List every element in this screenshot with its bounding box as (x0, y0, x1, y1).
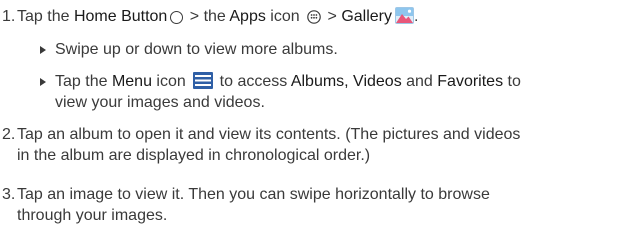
step-3-text: Tap an image to view it. Then you can sw… (17, 184, 617, 226)
step-1-text: Tap the Home Button > the Apps icon > Ga… (17, 6, 617, 27)
apps-label: Apps (229, 8, 266, 25)
step-1-text-part: Tap the (17, 8, 74, 25)
bullet-menu-text-line2: view your images and videos. (55, 94, 265, 111)
favorites-label: Favorites (437, 73, 504, 90)
gallery-picture-icon (395, 7, 415, 24)
step-2-text: Tap an album to open it and view its con… (17, 124, 617, 166)
albums-videos-label: Albums, Videos (290, 73, 402, 90)
step-1-text-part: > (323, 8, 342, 25)
instructions-document: 1. Tap the Home Button > the Apps icon >… (0, 0, 622, 241)
bullet-menu-text-part: to (503, 73, 521, 90)
home-circle-icon (170, 11, 184, 24)
gallery-label: Gallery (341, 8, 393, 25)
menu-hamburger-icon (193, 72, 214, 89)
step-3-number: 3. (2, 186, 16, 203)
step-1-text-part: > the (185, 8, 230, 25)
step-3-line2: through your images. (17, 207, 168, 224)
bullet-arrow-icon (40, 78, 46, 86)
step-2-number: 2. (2, 126, 16, 143)
menu-label: Menu (111, 73, 152, 90)
bullet-menu-text-part: Tap the (55, 73, 112, 90)
apps-grid-icon (307, 10, 321, 24)
step-1-text-part: icon (265, 8, 305, 25)
step-1-number: 1. (2, 8, 16, 25)
step-2-line1: Tap an album to open it and view its con… (17, 126, 521, 143)
bullet-arrow-icon (40, 46, 46, 54)
bullet-menu-text-part: icon (151, 73, 191, 90)
bullet-menu-text-part: and (401, 73, 438, 90)
bullet-menu-text: Tap the Menu icon to access Albums, Vide… (55, 71, 620, 113)
bullet-menu-text-part: to access (215, 73, 291, 90)
step-2-line2: in the album are displayed in chronologi… (17, 147, 371, 164)
home-button-label: Home Button (73, 8, 168, 25)
step-3-line1: Tap an image to view it. Then you can sw… (17, 186, 490, 203)
step-1-text-part: . (414, 8, 419, 25)
bullet-swipe-text: Swipe up or down to view more albums. (55, 41, 338, 58)
